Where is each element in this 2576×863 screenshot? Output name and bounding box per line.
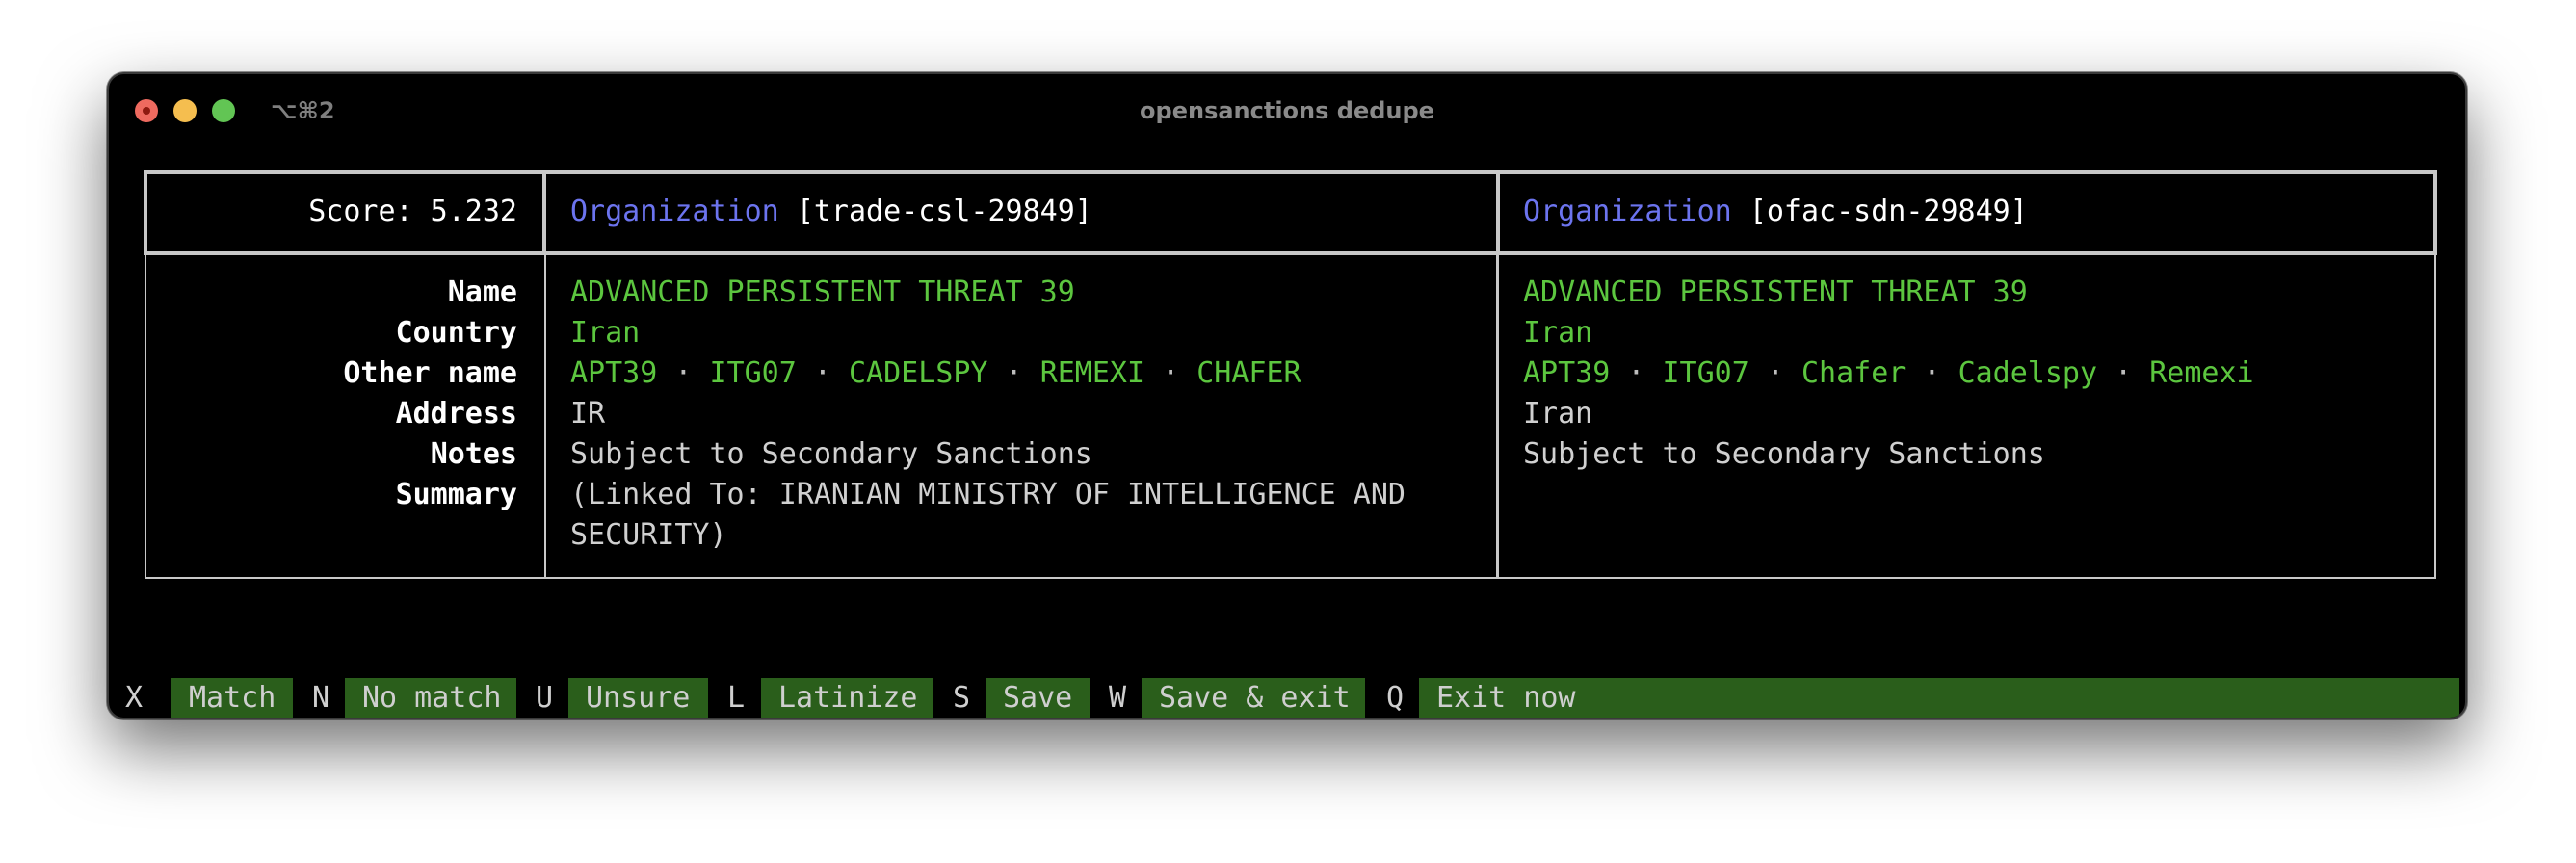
- right-schema: Organization: [1523, 195, 1732, 228]
- terminal-window: ⌥⌘2 opensanctions dedupe Score: 5.232 Or…: [107, 72, 2467, 719]
- key-latinize: L: [727, 681, 746, 715]
- other-name-item: APT39: [1523, 356, 1611, 390]
- left-entity-id: [trade-csl-29849]: [796, 195, 1092, 228]
- right-address-value: Iran: [1523, 397, 1593, 431]
- score-label: Score: 5.232: [308, 195, 517, 228]
- other-name-item: Remexi: [2149, 356, 2254, 390]
- other-name-item: Chafer: [1801, 356, 1906, 390]
- right-other-names: APT39 · ITG07 · Chafer · Cadelspy · Reme…: [1523, 353, 2254, 394]
- separator-dot: ·: [1906, 356, 1958, 390]
- other-name-item: CHAFER: [1196, 356, 1301, 390]
- key-no-match: N: [312, 681, 330, 715]
- left-name-value: ADVANCED PERSISTENT THREAT 39: [570, 275, 1075, 309]
- other-name-item: ITG07: [709, 356, 797, 390]
- other-name-item: APT39: [570, 356, 658, 390]
- latinize-button[interactable]: Latinize: [761, 678, 933, 718]
- label-name: Name: [447, 275, 517, 309]
- left-entity-title: Organization [trade-csl-29849]: [570, 192, 1092, 232]
- key-save-exit: W: [1109, 681, 1127, 715]
- label-country: Country: [395, 316, 517, 350]
- label-notes: Notes: [430, 437, 517, 471]
- other-name-item: REMEXI: [1039, 356, 1145, 390]
- key-unsure: U: [536, 681, 554, 715]
- right-name-value: ADVANCED PERSISTENT THREAT 39: [1523, 275, 2028, 309]
- terminal-content: Score: 5.232 Organization [trade-csl-298…: [109, 74, 2465, 718]
- separator-dot: ·: [796, 356, 849, 390]
- left-notes-value: Subject to Secondary Sanctions: [570, 437, 1092, 471]
- unsure-button[interactable]: Unsure: [568, 678, 708, 718]
- left-address-value: IR: [570, 397, 606, 431]
- right-country-value: Iran: [1523, 316, 1593, 350]
- left-country-value: Iran: [570, 316, 641, 350]
- label-other-name: Other name: [343, 356, 517, 390]
- key-exit-now: Q: [1386, 681, 1405, 715]
- right-entity-id: [ofac-sdn-29849]: [1748, 195, 2028, 228]
- separator-dot: ·: [2097, 356, 2150, 390]
- separator-dot: ·: [657, 356, 710, 390]
- other-name-item: ITG07: [1662, 356, 1749, 390]
- left-summary-line2: SECURITY): [570, 518, 727, 552]
- separator-dot: ·: [1748, 356, 1801, 390]
- left-schema: Organization: [570, 195, 779, 228]
- key-bar: X Match N No match U Unsure L Latinize S…: [125, 678, 2461, 718]
- separator-dot: ·: [1610, 356, 1663, 390]
- left-other-names: APT39 · ITG07 · CADELSPY · REMEXI · CHAF…: [570, 353, 1301, 394]
- other-name-item: Cadelspy: [1958, 356, 2098, 390]
- left-summary-line1: (Linked To: IRANIAN MINISTRY OF INTELLIG…: [570, 478, 1406, 511]
- save-exit-button[interactable]: Save & exit: [1142, 678, 1365, 718]
- no-match-button[interactable]: No match: [345, 678, 516, 718]
- exit-now-button[interactable]: Exit now: [1419, 678, 2459, 718]
- label-address: Address: [395, 397, 517, 431]
- key-match: X: [125, 681, 144, 715]
- label-summary: Summary: [395, 478, 517, 511]
- match-button[interactable]: Match: [171, 678, 293, 718]
- right-notes-value: Subject to Secondary Sanctions: [1523, 437, 2045, 471]
- other-name-item: CADELSPY: [849, 356, 988, 390]
- save-button[interactable]: Save: [986, 678, 1090, 718]
- right-entity-title: Organization [ofac-sdn-29849]: [1523, 192, 2028, 232]
- separator-dot: ·: [987, 356, 1040, 390]
- key-save: S: [953, 681, 971, 715]
- separator-dot: ·: [1144, 356, 1197, 390]
